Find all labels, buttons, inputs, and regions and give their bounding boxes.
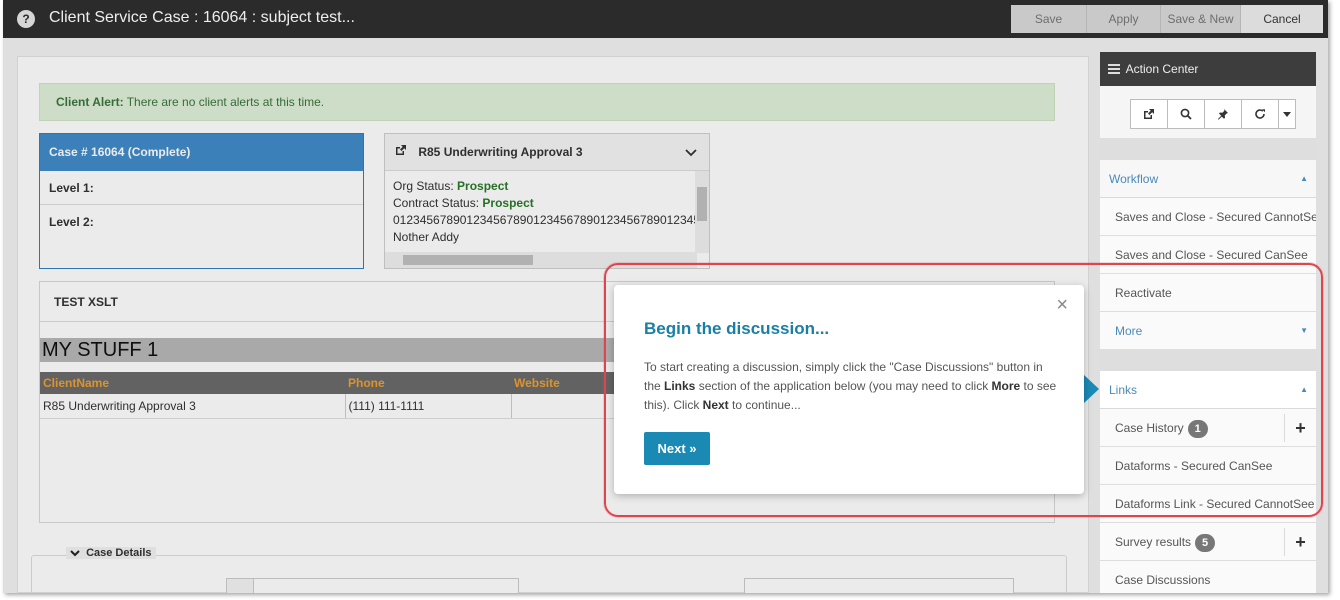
action-center-tools — [1100, 86, 1316, 138]
link-label: Survey results — [1115, 535, 1192, 549]
close-icon[interactable]: × — [1056, 294, 1068, 317]
case-panel: Case # 16064 (Complete) Level 1: Level 2… — [39, 133, 364, 269]
table-cell: R85 Underwriting Approval 3 — [40, 394, 346, 419]
app-window: ? Client Service Case : 16064 : subject … — [3, 0, 1328, 593]
link-item-survey-results[interactable]: Survey results 5 + — [1100, 523, 1316, 561]
column-header: ClientName — [40, 372, 345, 394]
workflow-label: Workflow — [1109, 172, 1159, 186]
workflow-item[interactable]: Saves and Close - Secured CannotSee — [1100, 198, 1316, 236]
chevron-down-icon[interactable] — [685, 134, 697, 171]
table-cell: (111) 111-1111 — [345, 394, 512, 419]
case-header[interactable]: Case # 16064 (Complete) — [40, 134, 363, 171]
next-button[interactable]: Next » — [644, 432, 710, 465]
column-header: Phone — [345, 372, 511, 394]
vertical-scrollbar[interactable] — [695, 171, 709, 253]
case-details-legend-text: Case Details — [86, 547, 152, 559]
save-and-new-button[interactable]: Save & New — [1161, 5, 1241, 33]
search-icon[interactable] — [1167, 99, 1205, 129]
list-icon — [1108, 62, 1126, 76]
action-center-title: Action Center — [1125, 62, 1199, 76]
chevron-down-icon — [70, 547, 86, 559]
org-status-label: Org Status: — [393, 179, 454, 193]
field-addon — [226, 578, 254, 593]
case-details-section: Case Details — [31, 547, 1067, 593]
org-panel: R85 Underwriting Approval 3 Org Status: … — [384, 133, 710, 269]
count-badge: 5 — [1195, 534, 1216, 552]
apply-button[interactable]: Apply — [1087, 5, 1161, 33]
org-details: Org Status: Prospect Contract Status: Pr… — [385, 171, 695, 253]
contract-status-value: Prospect — [482, 196, 534, 210]
title-bar: ? Client Service Case : 16064 : subject … — [3, 0, 1328, 38]
caret-up-icon: ▲ — [1300, 174, 1308, 183]
tour-popover: × Begin the discussion... To start creat… — [614, 285, 1084, 494]
case-field[interactable] — [253, 578, 519, 593]
org-status-value: Prospect — [457, 179, 509, 193]
client-alert-text: There are no client alerts at this time. — [126, 95, 325, 109]
save-button[interactable]: Save — [1011, 5, 1087, 33]
client-alert-label: Client Alert: — [56, 95, 124, 109]
org-header[interactable]: R85 Underwriting Approval 3 — [385, 134, 709, 171]
popover-text: To start creating a discussion, simply c… — [644, 360, 1057, 412]
add-icon[interactable]: + — [1284, 528, 1316, 556]
level-1-label: Level 1: — [40, 171, 363, 205]
caret-down-icon[interactable] — [1278, 99, 1296, 129]
link-item-case-discussions[interactable]: Case Discussions — [1100, 561, 1316, 593]
client-alert: Client Alert: There are no client alerts… — [39, 83, 1055, 121]
case-field[interactable] — [744, 578, 1014, 593]
case-details-toggle[interactable]: Case Details — [66, 547, 156, 559]
cancel-button[interactable]: Cancel — [1241, 5, 1323, 33]
popover-title: Begin the discussion... — [644, 319, 830, 338]
pin-icon[interactable] — [1204, 99, 1242, 129]
external-link-icon[interactable] — [395, 134, 407, 171]
action-toolbar — [1130, 99, 1296, 129]
contract-status-label: Contract Status: — [393, 196, 480, 210]
window-title: Client Service Case : 16064 : subject te… — [49, 9, 355, 26]
org-title: R85 Underwriting Approval 3 — [418, 145, 583, 159]
action-center-header: Action Center — [1100, 52, 1316, 86]
level-2-label: Level 2: — [49, 215, 94, 229]
long-number-text: 0123456789012345678901234567890123456789… — [393, 213, 695, 227]
workflow-section-header[interactable]: Workflow ▲ — [1100, 160, 1316, 198]
popover-arrow — [1083, 374, 1099, 404]
address-line: Nother Addy — [393, 230, 460, 244]
toolbar: Save Apply Save & New Cancel — [1011, 5, 1323, 33]
external-link-icon[interactable] — [1130, 99, 1168, 129]
help-icon[interactable]: ? — [17, 10, 35, 28]
refresh-icon[interactable] — [1241, 99, 1279, 129]
